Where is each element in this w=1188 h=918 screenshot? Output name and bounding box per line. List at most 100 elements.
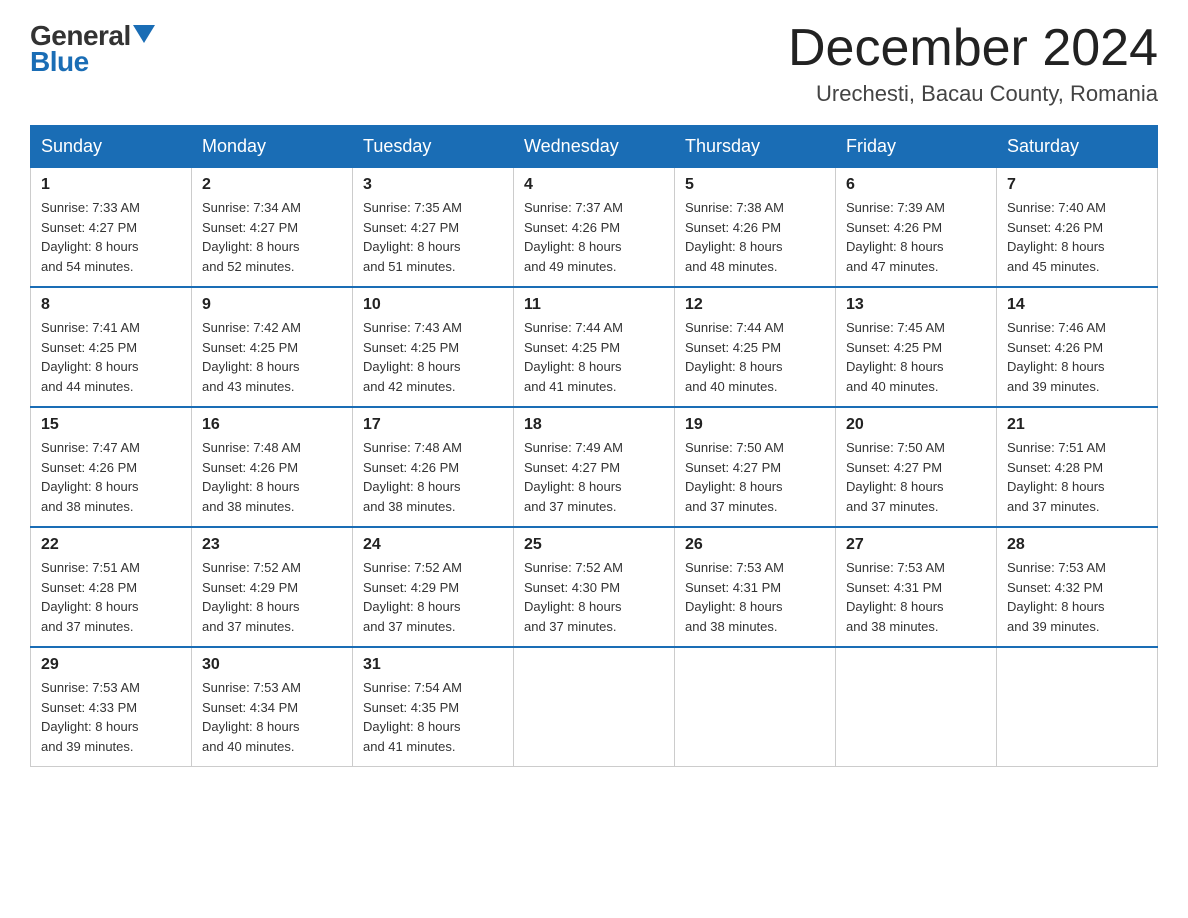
table-row: [514, 647, 675, 767]
day-number: 5: [685, 176, 825, 194]
day-info: Sunrise: 7:46 AM Sunset: 4:26 PM Dayligh…: [1007, 318, 1147, 396]
day-number: 16: [202, 416, 342, 434]
header-thursday: Thursday: [675, 126, 836, 168]
day-info: Sunrise: 7:50 AM Sunset: 4:27 PM Dayligh…: [846, 438, 986, 516]
day-number: 11: [524, 296, 664, 314]
day-number: 14: [1007, 296, 1147, 314]
table-row: 5 Sunrise: 7:38 AM Sunset: 4:26 PM Dayli…: [675, 168, 836, 288]
table-row: 20 Sunrise: 7:50 AM Sunset: 4:27 PM Dayl…: [836, 407, 997, 527]
calendar-week-row: 15 Sunrise: 7:47 AM Sunset: 4:26 PM Dayl…: [31, 407, 1158, 527]
calendar-table: Sunday Monday Tuesday Wednesday Thursday…: [30, 125, 1158, 767]
day-info: Sunrise: 7:48 AM Sunset: 4:26 PM Dayligh…: [202, 438, 342, 516]
day-info: Sunrise: 7:37 AM Sunset: 4:26 PM Dayligh…: [524, 198, 664, 276]
table-row: 2 Sunrise: 7:34 AM Sunset: 4:27 PM Dayli…: [192, 168, 353, 288]
page-header: General Blue December 2024 Urechesti, Ba…: [30, 20, 1158, 107]
day-info: Sunrise: 7:48 AM Sunset: 4:26 PM Dayligh…: [363, 438, 503, 516]
day-number: 22: [41, 536, 181, 554]
table-row: 9 Sunrise: 7:42 AM Sunset: 4:25 PM Dayli…: [192, 287, 353, 407]
day-number: 19: [685, 416, 825, 434]
day-info: Sunrise: 7:38 AM Sunset: 4:26 PM Dayligh…: [685, 198, 825, 276]
table-row: 29 Sunrise: 7:53 AM Sunset: 4:33 PM Dayl…: [31, 647, 192, 767]
header-sunday: Sunday: [31, 126, 192, 168]
day-info: Sunrise: 7:33 AM Sunset: 4:27 PM Dayligh…: [41, 198, 181, 276]
logo-arrow-icon: [133, 25, 155, 43]
day-number: 15: [41, 416, 181, 434]
calendar-week-row: 1 Sunrise: 7:33 AM Sunset: 4:27 PM Dayli…: [31, 168, 1158, 288]
header-monday: Monday: [192, 126, 353, 168]
day-number: 13: [846, 296, 986, 314]
day-info: Sunrise: 7:44 AM Sunset: 4:25 PM Dayligh…: [524, 318, 664, 396]
table-row: 6 Sunrise: 7:39 AM Sunset: 4:26 PM Dayli…: [836, 168, 997, 288]
header-tuesday: Tuesday: [353, 126, 514, 168]
table-row: 4 Sunrise: 7:37 AM Sunset: 4:26 PM Dayli…: [514, 168, 675, 288]
day-info: Sunrise: 7:43 AM Sunset: 4:25 PM Dayligh…: [363, 318, 503, 396]
calendar-week-row: 22 Sunrise: 7:51 AM Sunset: 4:28 PM Dayl…: [31, 527, 1158, 647]
table-row: 14 Sunrise: 7:46 AM Sunset: 4:26 PM Dayl…: [997, 287, 1158, 407]
day-info: Sunrise: 7:39 AM Sunset: 4:26 PM Dayligh…: [846, 198, 986, 276]
day-info: Sunrise: 7:53 AM Sunset: 4:33 PM Dayligh…: [41, 678, 181, 756]
day-number: 29: [41, 656, 181, 674]
table-row: 22 Sunrise: 7:51 AM Sunset: 4:28 PM Dayl…: [31, 527, 192, 647]
logo-blue-text: Blue: [30, 46, 89, 78]
table-row: 3 Sunrise: 7:35 AM Sunset: 4:27 PM Dayli…: [353, 168, 514, 288]
day-number: 4: [524, 176, 664, 194]
title-section: December 2024 Urechesti, Bacau County, R…: [788, 20, 1158, 107]
location-text: Urechesti, Bacau County, Romania: [788, 81, 1158, 107]
header-saturday: Saturday: [997, 126, 1158, 168]
day-number: 10: [363, 296, 503, 314]
table-row: 30 Sunrise: 7:53 AM Sunset: 4:34 PM Dayl…: [192, 647, 353, 767]
day-info: Sunrise: 7:53 AM Sunset: 4:31 PM Dayligh…: [685, 558, 825, 636]
table-row: 23 Sunrise: 7:52 AM Sunset: 4:29 PM Dayl…: [192, 527, 353, 647]
day-number: 26: [685, 536, 825, 554]
day-info: Sunrise: 7:35 AM Sunset: 4:27 PM Dayligh…: [363, 198, 503, 276]
day-number: 1: [41, 176, 181, 194]
header-wednesday: Wednesday: [514, 126, 675, 168]
day-number: 23: [202, 536, 342, 554]
day-info: Sunrise: 7:49 AM Sunset: 4:27 PM Dayligh…: [524, 438, 664, 516]
day-info: Sunrise: 7:53 AM Sunset: 4:32 PM Dayligh…: [1007, 558, 1147, 636]
day-info: Sunrise: 7:44 AM Sunset: 4:25 PM Dayligh…: [685, 318, 825, 396]
table-row: 13 Sunrise: 7:45 AM Sunset: 4:25 PM Dayl…: [836, 287, 997, 407]
table-row: 21 Sunrise: 7:51 AM Sunset: 4:28 PM Dayl…: [997, 407, 1158, 527]
day-info: Sunrise: 7:51 AM Sunset: 4:28 PM Dayligh…: [41, 558, 181, 636]
table-row: 18 Sunrise: 7:49 AM Sunset: 4:27 PM Dayl…: [514, 407, 675, 527]
day-info: Sunrise: 7:40 AM Sunset: 4:26 PM Dayligh…: [1007, 198, 1147, 276]
day-info: Sunrise: 7:34 AM Sunset: 4:27 PM Dayligh…: [202, 198, 342, 276]
day-number: 30: [202, 656, 342, 674]
day-number: 12: [685, 296, 825, 314]
day-number: 31: [363, 656, 503, 674]
table-row: 25 Sunrise: 7:52 AM Sunset: 4:30 PM Dayl…: [514, 527, 675, 647]
table-row: 10 Sunrise: 7:43 AM Sunset: 4:25 PM Dayl…: [353, 287, 514, 407]
day-number: 7: [1007, 176, 1147, 194]
table-row: 7 Sunrise: 7:40 AM Sunset: 4:26 PM Dayli…: [997, 168, 1158, 288]
day-number: 27: [846, 536, 986, 554]
calendar-header-row: Sunday Monday Tuesday Wednesday Thursday…: [31, 126, 1158, 168]
calendar-week-row: 29 Sunrise: 7:53 AM Sunset: 4:33 PM Dayl…: [31, 647, 1158, 767]
table-row: 26 Sunrise: 7:53 AM Sunset: 4:31 PM Dayl…: [675, 527, 836, 647]
day-info: Sunrise: 7:45 AM Sunset: 4:25 PM Dayligh…: [846, 318, 986, 396]
table-row: 8 Sunrise: 7:41 AM Sunset: 4:25 PM Dayli…: [31, 287, 192, 407]
table-row: 15 Sunrise: 7:47 AM Sunset: 4:26 PM Dayl…: [31, 407, 192, 527]
day-info: Sunrise: 7:54 AM Sunset: 4:35 PM Dayligh…: [363, 678, 503, 756]
day-number: 3: [363, 176, 503, 194]
day-number: 24: [363, 536, 503, 554]
day-number: 20: [846, 416, 986, 434]
table-row: [675, 647, 836, 767]
day-number: 25: [524, 536, 664, 554]
table-row: 27 Sunrise: 7:53 AM Sunset: 4:31 PM Dayl…: [836, 527, 997, 647]
day-info: Sunrise: 7:41 AM Sunset: 4:25 PM Dayligh…: [41, 318, 181, 396]
table-row: 1 Sunrise: 7:33 AM Sunset: 4:27 PM Dayli…: [31, 168, 192, 288]
table-row: [836, 647, 997, 767]
day-number: 21: [1007, 416, 1147, 434]
day-number: 28: [1007, 536, 1147, 554]
day-number: 6: [846, 176, 986, 194]
day-number: 8: [41, 296, 181, 314]
day-info: Sunrise: 7:47 AM Sunset: 4:26 PM Dayligh…: [41, 438, 181, 516]
table-row: 16 Sunrise: 7:48 AM Sunset: 4:26 PM Dayl…: [192, 407, 353, 527]
day-number: 9: [202, 296, 342, 314]
day-info: Sunrise: 7:42 AM Sunset: 4:25 PM Dayligh…: [202, 318, 342, 396]
day-info: Sunrise: 7:52 AM Sunset: 4:30 PM Dayligh…: [524, 558, 664, 636]
logo: General Blue: [30, 20, 155, 78]
table-row: 11 Sunrise: 7:44 AM Sunset: 4:25 PM Dayl…: [514, 287, 675, 407]
day-info: Sunrise: 7:53 AM Sunset: 4:31 PM Dayligh…: [846, 558, 986, 636]
